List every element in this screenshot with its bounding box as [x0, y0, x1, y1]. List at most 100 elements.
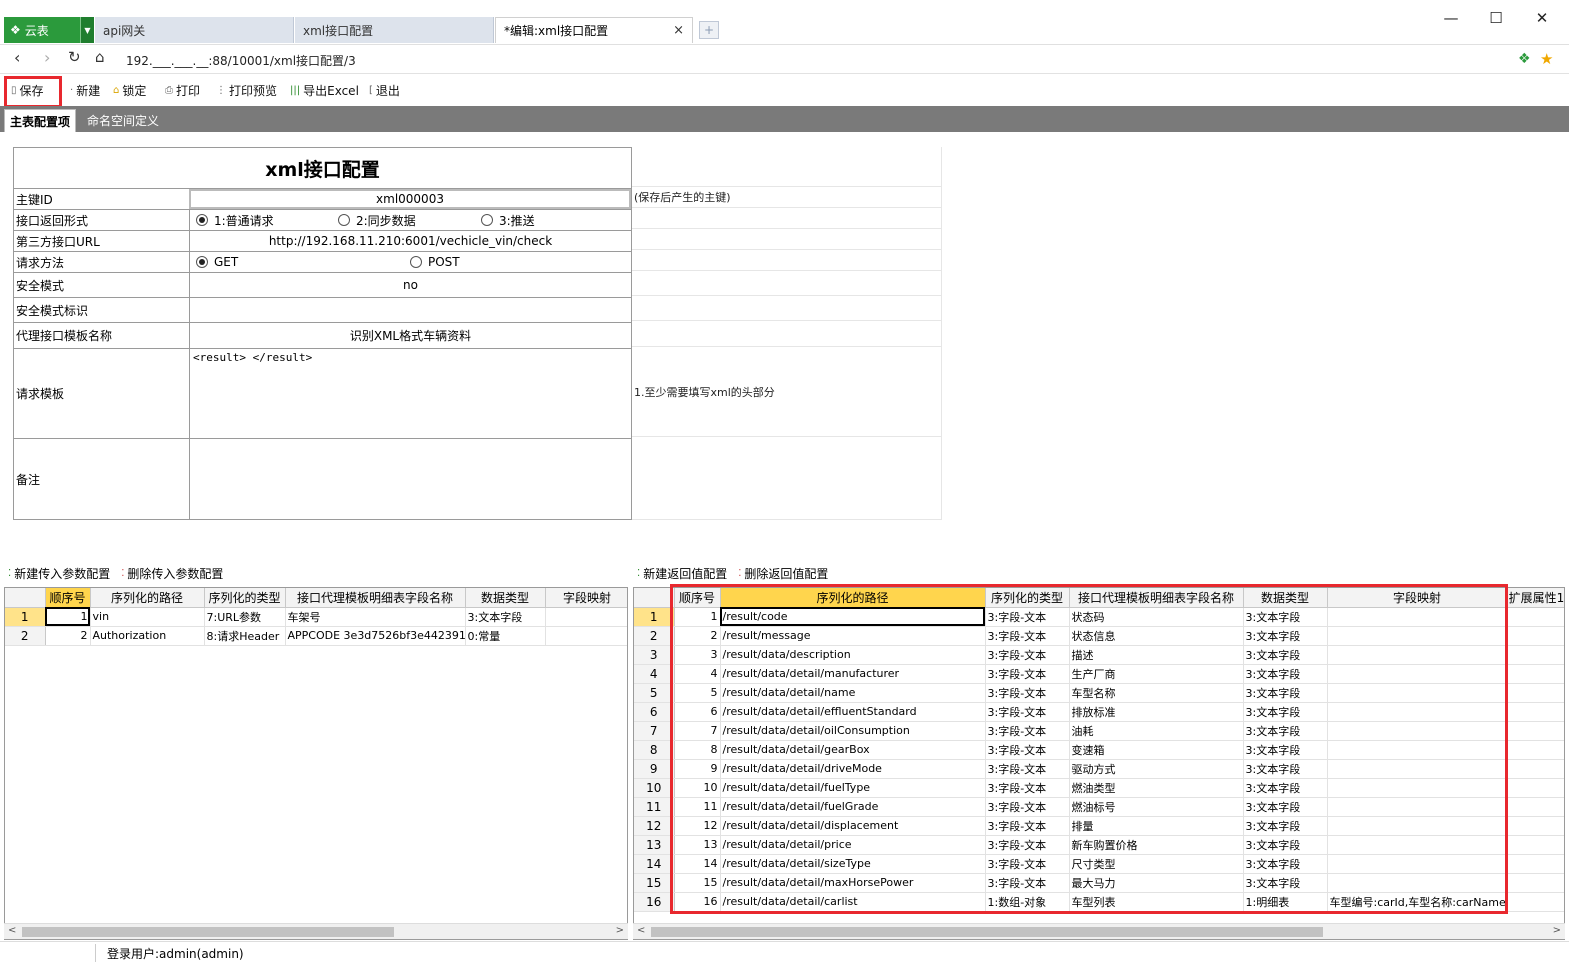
cell-ext1[interactable]: [1507, 607, 1564, 627]
col-header-field-name[interactable]: 接口代理模板明细表字段名称: [285, 588, 466, 608]
cell-path[interactable]: vin: [90, 607, 205, 627]
row-number[interactable]: 1: [634, 607, 675, 627]
close-window-button[interactable]: ✕: [1527, 6, 1557, 30]
add-return-value-button[interactable]: 新建返回值配置: [643, 565, 727, 582]
security-input[interactable]: no: [189, 273, 631, 297]
row-number[interactable]: 4: [634, 664, 675, 684]
table-row[interactable]: 1 1 vin 7:URL参数 车架号 3:文本字段: [5, 607, 627, 627]
cell-ext1[interactable]: [1507, 854, 1564, 874]
print-button[interactable]: ⎙ 打印: [165, 82, 200, 99]
lock-button[interactable]: ⌂ 锁定: [113, 82, 146, 99]
chevron-down-icon[interactable]: ▼: [80, 17, 94, 43]
cell-ext1[interactable]: [1507, 797, 1564, 817]
minimize-button[interactable]: —: [1436, 6, 1466, 30]
cell-ext1[interactable]: [1507, 626, 1564, 646]
cell-data-type[interactable]: 3:文本字段: [465, 607, 546, 627]
cell-ext1[interactable]: [1507, 645, 1564, 665]
tab-api-gateway[interactable]: api网关: [95, 17, 294, 43]
note-textarea[interactable]: [189, 439, 631, 520]
url-field[interactable]: 192.___.___.__:88/10001/xml接口配置/3: [126, 52, 356, 69]
refresh-icon[interactable]: ↻: [68, 48, 81, 66]
cell-field-name[interactable]: APPCODE 3e3d7526bf3e44239162ft: [285, 626, 466, 646]
close-tab-icon[interactable]: ×: [673, 23, 684, 38]
request-template-textarea[interactable]: <result> </result>: [189, 349, 631, 438]
col-header-seq[interactable]: 顺序号: [45, 588, 91, 608]
row-number[interactable]: 2: [5, 626, 46, 646]
forward-icon[interactable]: ›: [44, 48, 50, 67]
cell-ext1[interactable]: [1507, 664, 1564, 684]
cell-ext1[interactable]: [1507, 873, 1564, 893]
star-icon[interactable]: ★: [1540, 50, 1553, 68]
cell-ext1[interactable]: [1507, 778, 1564, 798]
new-tab-button[interactable]: +: [699, 21, 719, 39]
cell-ext1[interactable]: [1507, 759, 1564, 779]
print-preview-button[interactable]: ⋮ 打印预览: [216, 82, 277, 99]
left-horizontal-scrollbar[interactable]: < >: [4, 923, 628, 939]
security-id-input[interactable]: [189, 298, 631, 322]
cell-field-name[interactable]: 车架号: [285, 607, 466, 627]
row-number[interactable]: 3: [634, 645, 675, 665]
delete-return-value-button[interactable]: 删除返回值配置: [744, 565, 828, 582]
url-input[interactable]: http://192.168.11.210:6001/vechicle_vin/…: [189, 231, 631, 251]
exit-button[interactable]: [退出: [369, 82, 400, 99]
radio-push[interactable]: 3:推送: [481, 212, 535, 229]
yunbiao-icon[interactable]: ❖: [1518, 51, 1531, 67]
radio-post[interactable]: POST: [410, 255, 460, 269]
cell-data-type[interactable]: 0:常量: [465, 626, 546, 646]
cell-ext1[interactable]: [1507, 740, 1564, 760]
cell-path[interactable]: Authorization: [90, 626, 205, 646]
cell-type[interactable]: 7:URL参数: [204, 607, 286, 627]
cell-mapping[interactable]: [545, 626, 627, 646]
scroll-left-icon[interactable]: <: [637, 925, 645, 936]
cell-seq[interactable]: 2: [45, 626, 91, 646]
tab-namespace[interactable]: 命名空间定义: [82, 109, 164, 132]
cell-ext1[interactable]: [1507, 835, 1564, 855]
row-number[interactable]: 1: [5, 607, 46, 627]
row-number[interactable]: 12: [634, 816, 675, 836]
radio-normal-request[interactable]: 1:普通请求: [196, 212, 274, 229]
delete-input-param-button[interactable]: 删除传入参数配置: [127, 565, 223, 582]
row-number[interactable]: 8: [634, 740, 675, 760]
template-name-input[interactable]: 识别XML格式车辆资料: [189, 323, 631, 348]
scroll-right-icon[interactable]: >: [1553, 925, 1561, 936]
home-icon[interactable]: ⌂: [95, 48, 105, 66]
col-header-data-type[interactable]: 数据类型: [465, 588, 546, 608]
col-header-type[interactable]: 序列化的类型: [204, 588, 286, 608]
row-number[interactable]: 11: [634, 797, 675, 817]
col-header-path[interactable]: 序列化的路径: [90, 588, 205, 608]
cell-seq[interactable]: 1: [45, 607, 91, 627]
col-header-mapping[interactable]: 字段映射: [545, 588, 627, 608]
row-number[interactable]: 5: [634, 683, 675, 703]
scroll-thumb[interactable]: [22, 927, 394, 937]
scroll-thumb[interactable]: [651, 927, 1323, 937]
add-input-param-button[interactable]: 新建传入参数配置: [14, 565, 110, 582]
new-button[interactable]: · 新建: [70, 82, 100, 99]
tab-edit-xml-config[interactable]: *编辑:xml接口配置 ×: [495, 17, 693, 43]
tab-main-config[interactable]: 主表配置项: [4, 109, 77, 132]
cell-ext1[interactable]: [1507, 816, 1564, 836]
scroll-left-icon[interactable]: <: [8, 925, 16, 936]
cell-ext1[interactable]: [1507, 702, 1564, 722]
cell-type[interactable]: 8:请求Header: [204, 626, 286, 646]
row-number[interactable]: 7: [634, 721, 675, 741]
brand-menu-button[interactable]: ❖ 云表 ▼: [4, 17, 94, 43]
row-number[interactable]: 16: [634, 892, 675, 912]
radio-get[interactable]: GET: [196, 255, 238, 269]
maximize-button[interactable]: ☐: [1481, 6, 1511, 30]
row-number[interactable]: 10: [634, 778, 675, 798]
row-number[interactable]: 14: [634, 854, 675, 874]
col-header-ext1[interactable]: 扩展属性1: [1507, 588, 1564, 608]
cell-ext1[interactable]: [1507, 892, 1564, 912]
table-row[interactable]: 2 2 Authorization 8:请求Header APPCODE 3e3…: [5, 626, 627, 646]
row-number[interactable]: 15: [634, 873, 675, 893]
row-number[interactable]: 2: [634, 626, 675, 646]
export-excel-button[interactable]: ||| 导出Excel: [290, 82, 359, 99]
pk-field[interactable]: xml000003: [189, 189, 631, 209]
cell-mapping[interactable]: [545, 607, 627, 627]
row-number[interactable]: 6: [634, 702, 675, 722]
row-number[interactable]: 9: [634, 759, 675, 779]
row-number[interactable]: 13: [634, 835, 675, 855]
radio-sync-data[interactable]: 2:同步数据: [338, 212, 416, 229]
back-icon[interactable]: ‹: [14, 48, 20, 67]
right-horizontal-scrollbar[interactable]: < >: [633, 923, 1565, 939]
